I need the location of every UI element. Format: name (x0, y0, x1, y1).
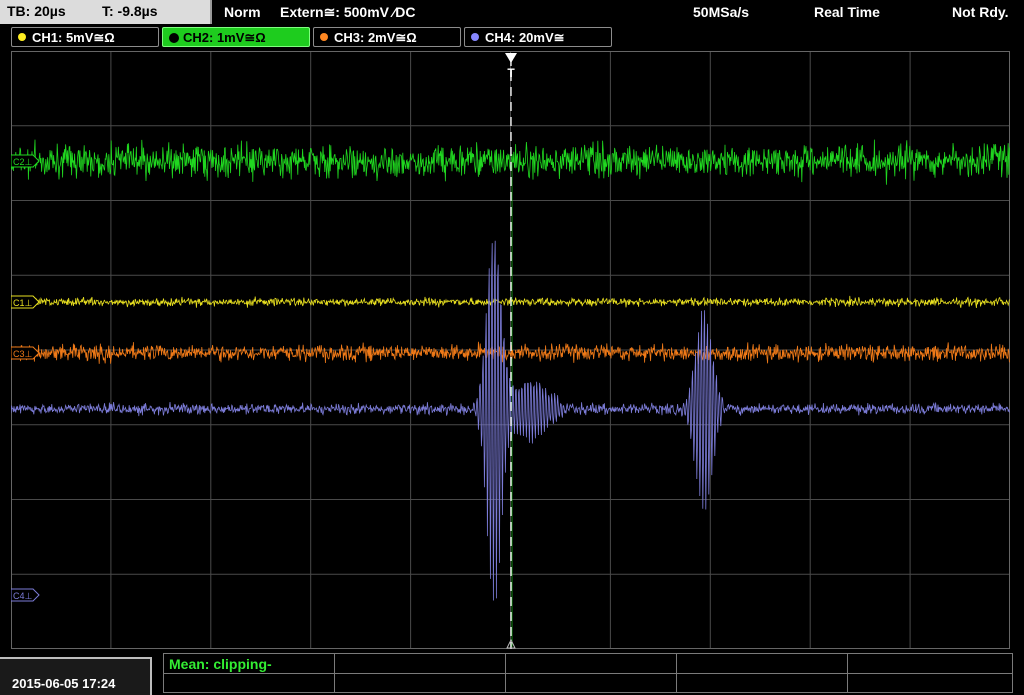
channel-2-tab[interactable]: CH2: 1mV≅Ω (162, 27, 310, 47)
channel-bar: CH1: 5mV≅Ω CH2: 1mV≅Ω CH3: 2mV≅Ω CH4: 20… (0, 25, 1024, 49)
channel-3-color-dot (320, 33, 328, 41)
trigger-time-value: T: -9.8µs (102, 3, 158, 19)
waveform-display[interactable]: T C2⊥ C1⊥ C3⊥ C4⊥ (11, 51, 1010, 649)
measurement-column-divider (676, 654, 677, 692)
timebase-box[interactable]: TB: 20µs T: -9.8µs (0, 0, 212, 24)
channel-4-color-dot (471, 33, 479, 41)
channel-2-marker-label: C2⊥ (13, 157, 33, 167)
trigger-source[interactable]: Extern≅: 500mV ⁄DC (280, 4, 415, 21)
channel-4-ground-marker[interactable]: C4⊥ (11, 588, 40, 602)
channel-1-tab[interactable]: CH1: 5mV≅Ω (11, 27, 159, 47)
channel-2-ground-marker[interactable]: C2⊥ (11, 154, 40, 168)
channel-3-tab[interactable]: CH3: 2mV≅Ω (313, 27, 461, 47)
channel-3-marker-label: C3⊥ (13, 349, 33, 359)
sample-rate: 50MSa/s (693, 4, 750, 20)
channel-1-color-dot (18, 33, 26, 41)
trigger-mode[interactable]: Norm (224, 4, 261, 20)
channel-3-label: CH3: 2mV≅Ω (334, 30, 417, 45)
measurement-table[interactable]: Mean: clipping- (163, 653, 1013, 693)
channel-1-marker-label: C1⊥ (13, 298, 33, 308)
datetime-label: 2015-06-05 17:24 (12, 676, 116, 691)
bottom-panel: 2015-06-05 17:24 Mean: clipping- (0, 651, 1024, 695)
measurement-mean-label: Mean: clipping- (169, 656, 272, 672)
channel-2-color-dot (169, 33, 179, 43)
timebase-value: TB: 20µs (7, 3, 66, 19)
measurement-column-divider (505, 654, 506, 692)
trigger-label: T (507, 66, 515, 80)
status-bar: TB: 20µs T: -9.8µs Norm Extern≅: 500mV ⁄… (0, 0, 1024, 24)
acquisition-state: Not Rdy. (952, 4, 1009, 20)
channel-3-ground-marker[interactable]: C3⊥ (11, 346, 40, 360)
channel-1-ground-marker[interactable]: C1⊥ (11, 295, 40, 309)
channel-2-label: CH2: 1mV≅Ω (183, 30, 266, 45)
channel-1-label: CH1: 5mV≅Ω (32, 30, 115, 45)
measurement-column-divider (847, 654, 848, 692)
datetime-box: 2015-06-05 17:24 (0, 657, 152, 695)
measurement-row-divider (164, 673, 1012, 674)
channel-4-marker-label: C4⊥ (13, 591, 33, 601)
acquisition-mode: Real Time (814, 4, 880, 20)
channel-4-tab[interactable]: CH4: 20mV≅ (464, 27, 612, 47)
measurement-column-divider (334, 654, 335, 692)
channel-4-label: CH4: 20mV≅ (485, 30, 565, 45)
